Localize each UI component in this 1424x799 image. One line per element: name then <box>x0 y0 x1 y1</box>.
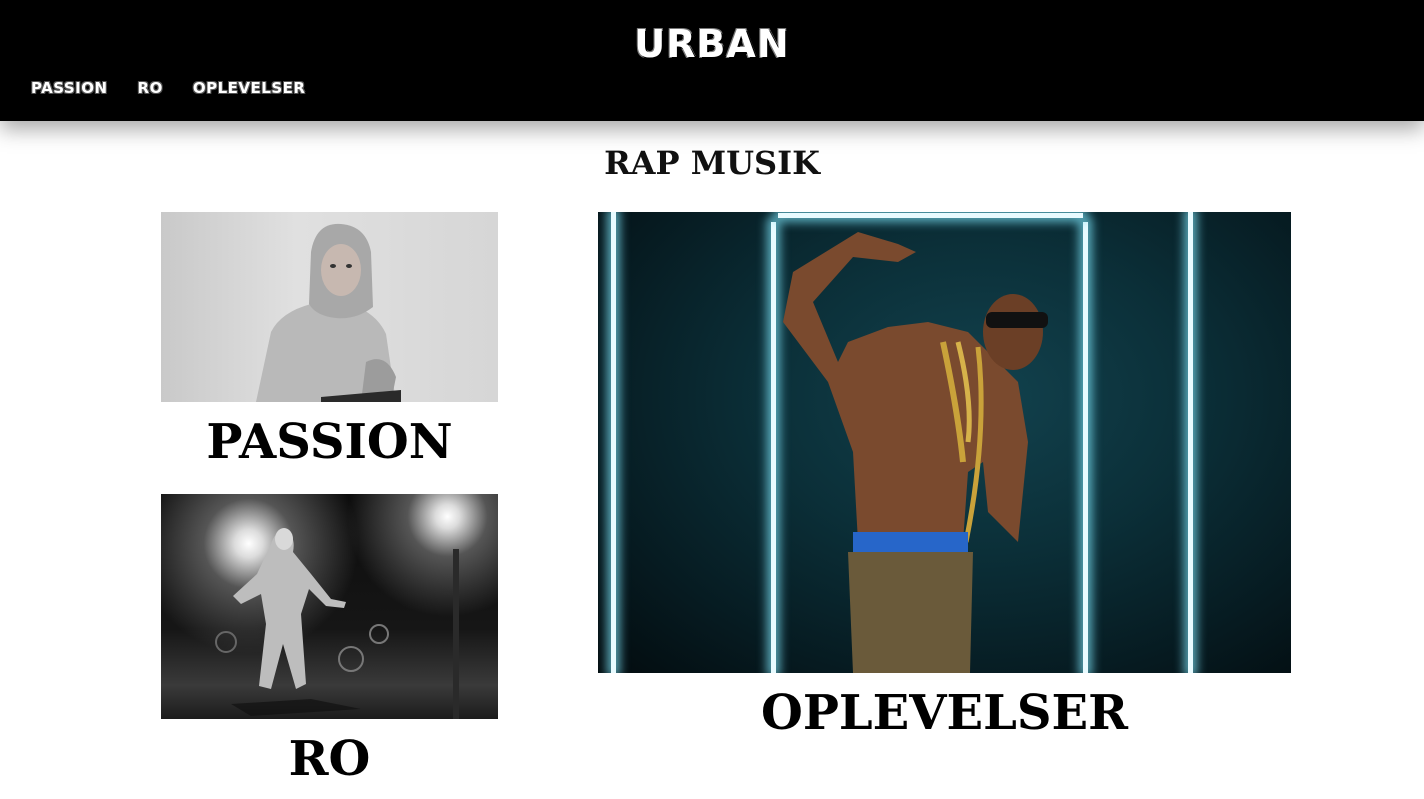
person-in-hoodie-illustration <box>256 223 401 402</box>
site-header: URBAN PASSION RO OPLEVELSER <box>0 0 1424 121</box>
ro-card-title[interactable]: RO <box>161 731 498 787</box>
nav-link-oplevelser[interactable]: OPLEVELSER <box>193 79 306 97</box>
page-title: RAP MUSIK <box>604 144 820 182</box>
nav-link-passion[interactable]: PASSION <box>31 79 108 97</box>
passion-card-title[interactable]: PASSION <box>161 414 498 470</box>
site-logo[interactable]: URBAN <box>0 22 1424 66</box>
nav-link-ro[interactable]: RO <box>138 79 163 97</box>
nav-item-oplevelser: OPLEVELSER <box>193 78 306 97</box>
person-under-stage-lights-illustration <box>215 528 459 719</box>
main-nav: PASSION RO OPLEVELSER <box>31 78 305 97</box>
nav-item-ro: RO <box>138 78 163 97</box>
oplevelser-card-title[interactable]: OPLEVELSER <box>598 685 1291 741</box>
nav-item-passion: PASSION <box>31 78 108 97</box>
passion-image[interactable] <box>161 212 498 402</box>
rapper-illustration <box>783 232 1048 673</box>
ro-image[interactable] <box>161 494 498 719</box>
oplevelser-image[interactable] <box>598 212 1291 673</box>
